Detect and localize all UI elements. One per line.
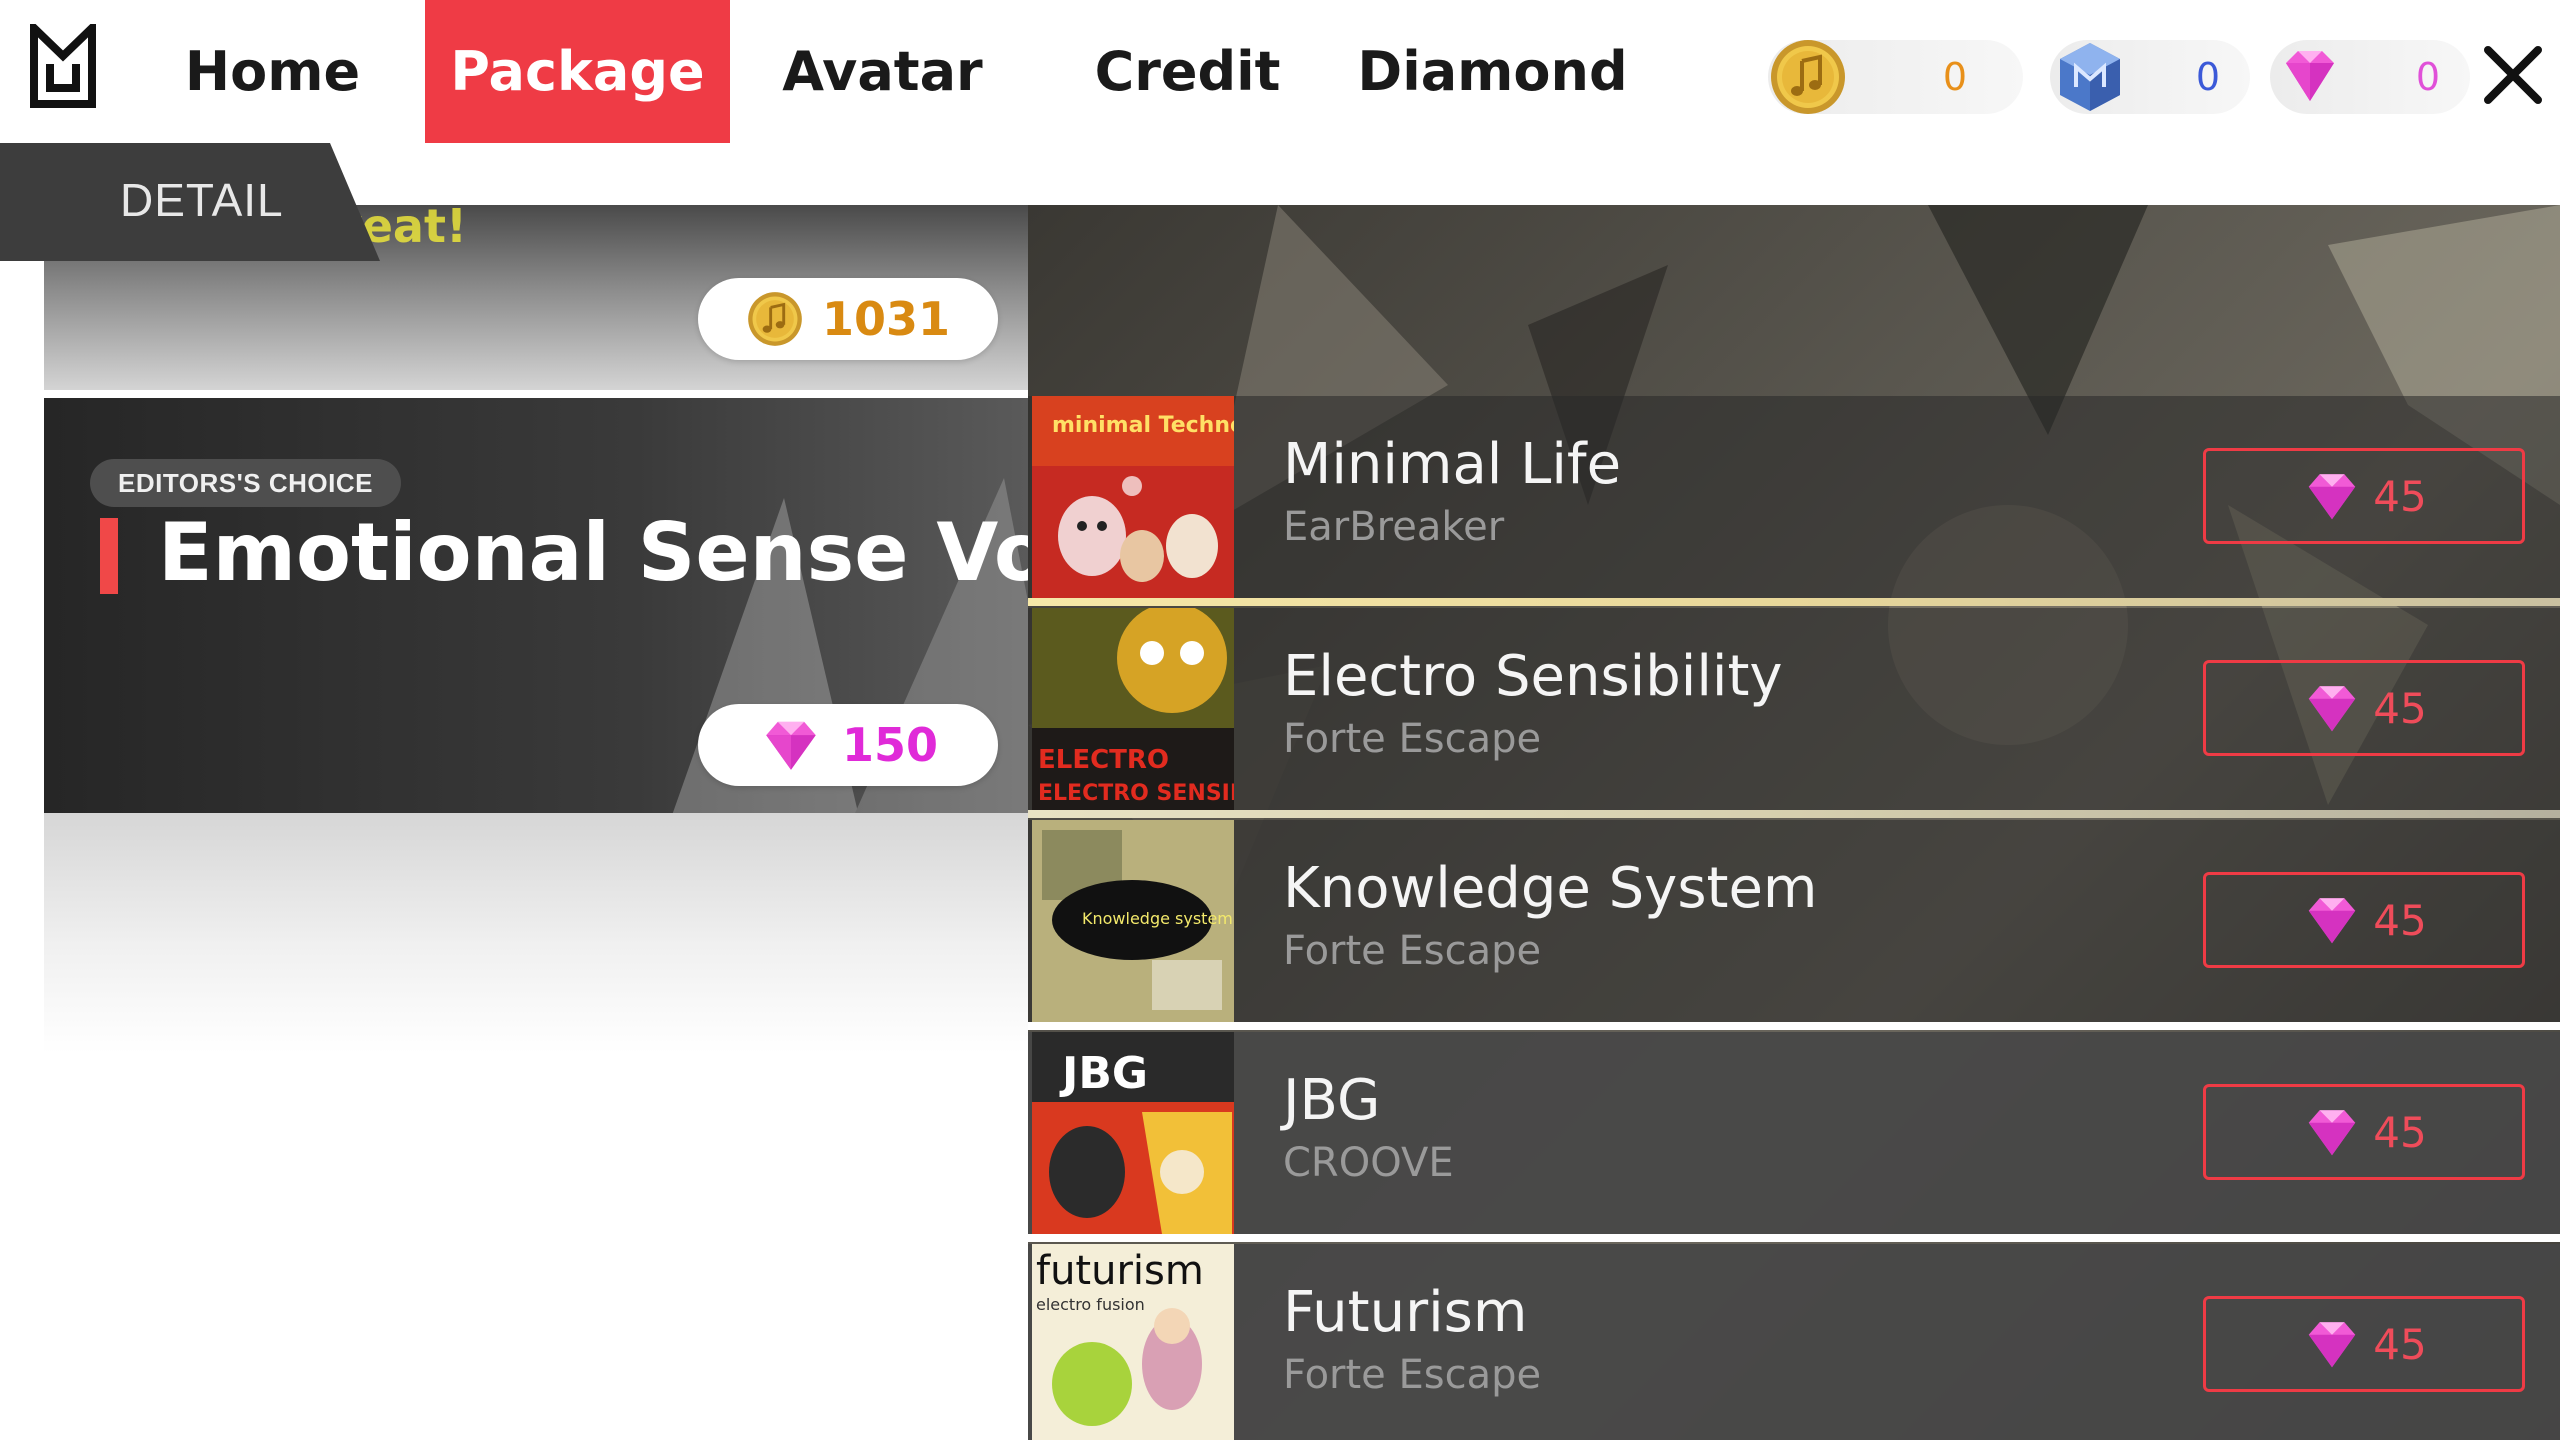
pink-diamond-icon (2309, 898, 2356, 944)
detail-tab[interactable]: DETAIL (0, 143, 380, 261)
album-cover-minimal-life: minimal Techno LIFE (1032, 396, 1234, 598)
package-card-fade (44, 813, 1029, 1053)
package-title: Emotional Sense Vol.3 (158, 506, 1029, 599)
cube-balance[interactable]: 0 (2050, 40, 2250, 114)
album-cover-electro-sensibility: ELECTRO ELECTRO SENSIBILITY (1032, 608, 1234, 810)
tab-home[interactable]: Home (160, 0, 385, 143)
song-title: JBG (1283, 1068, 1381, 1133)
song-artist: CROOVE (1283, 1140, 1454, 1186)
previous-package-price[interactable]: 1031 (698, 278, 998, 360)
cover-text: ELECTRO SENSIBILITY (1038, 781, 1234, 806)
divider (1028, 1234, 2560, 1242)
song-price: 45 (2373, 471, 2427, 521)
diamond-balance[interactable]: 0 (2270, 40, 2470, 114)
diamond-balance-value: 0 (2415, 55, 2440, 99)
coin-balance[interactable]: 0 (1768, 40, 2023, 114)
cover-subtext: electro fusion (1036, 1295, 1145, 1314)
cover-text: JBG (1059, 1048, 1148, 1099)
top-bar: Home Package Avatar Credit Diamond 0 0 0 (0, 0, 2560, 145)
pink-diamond-icon (2309, 474, 2356, 520)
buy-song-button[interactable]: 45 (2203, 1296, 2525, 1392)
song-title: Electro Sensibility (1283, 644, 1783, 709)
cube-balance-value: 0 (2195, 55, 2220, 99)
tab-package[interactable]: Package (425, 0, 730, 143)
pink-diamond-icon (766, 721, 816, 770)
song-title: Futurism (1283, 1280, 1528, 1345)
song-artist: Forte Escape (1283, 928, 1542, 974)
buy-song-button[interactable]: 45 (2203, 872, 2525, 968)
song-artist: Forte Escape (1283, 716, 1542, 762)
album-cover-knowledge-system: Knowledge system (1032, 820, 1234, 1022)
pink-diamond-icon (2309, 1322, 2356, 1368)
album-cover-jbg: JBG (1032, 1032, 1234, 1234)
song-row[interactable]: JBG JBG CROOVE 45 (1028, 1032, 2560, 1234)
previous-package-price-value: 1031 (821, 292, 951, 346)
detail-tab-label: DETAIL (120, 174, 284, 226)
song-price: 45 (2373, 1107, 2427, 1157)
song-row[interactable]: minimal Techno LIFE Minimal Life EarBrea… (1028, 396, 2560, 598)
song-row[interactable]: ELECTRO ELECTRO SENSIBILITY Electro Sens… (1028, 608, 2560, 810)
song-price: 45 (2373, 683, 2427, 733)
tab-home-label: Home (184, 40, 361, 103)
cover-text: minimal Techno LIFE (1052, 413, 1234, 438)
buy-song-button[interactable]: 45 (2203, 1084, 2525, 1180)
app-logo-icon[interactable] (30, 24, 96, 108)
tab-avatar[interactable]: Avatar (770, 0, 995, 143)
blue-cube-icon (2060, 43, 2120, 111)
pink-diamond-icon (2286, 51, 2334, 101)
cover-text: futurism (1036, 1248, 1204, 1294)
tab-avatar-label: Avatar (782, 40, 983, 103)
album-cover-futurism: futurism electro fusion (1032, 1244, 1234, 1446)
divider (1028, 1022, 2560, 1030)
title-accent-bar (100, 518, 118, 594)
tab-diamond-label: Diamond (1357, 40, 1628, 103)
song-price: 45 (2373, 1319, 2427, 1369)
gold-coin-icon (748, 292, 802, 346)
song-title: Knowledge System (1283, 856, 1818, 921)
package-price[interactable]: 150 (698, 704, 998, 786)
song-row[interactable]: futurism electro fusion Futurism Forte E… (1028, 1244, 2560, 1440)
tab-diamond[interactable]: Diamond (1357, 0, 1628, 143)
song-title: Minimal Life (1283, 432, 1622, 497)
song-artist: EarBreaker (1283, 504, 1505, 550)
coin-balance-value: 0 (1942, 55, 1967, 99)
close-icon[interactable] (2478, 40, 2548, 110)
package-price-value: 150 (841, 718, 939, 772)
song-price: 45 (2373, 895, 2427, 945)
gold-coin-icon (1771, 40, 1845, 114)
pink-diamond-icon (2309, 1110, 2356, 1156)
tab-credit-label: Credit (1094, 40, 1281, 103)
tab-credit[interactable]: Credit (1075, 0, 1300, 143)
divider (1028, 598, 2560, 606)
divider (1028, 810, 2560, 818)
svg-text:ELECTRO: ELECTRO (1038, 745, 1169, 775)
buy-song-button[interactable]: 45 (2203, 448, 2525, 544)
buy-song-button[interactable]: 45 (2203, 660, 2525, 756)
song-artist: Forte Escape (1283, 1352, 1542, 1398)
tab-package-label: Package (450, 40, 705, 103)
pink-diamond-icon (2309, 686, 2356, 732)
cover-text: Knowledge system (1082, 909, 1233, 928)
song-row[interactable]: Knowledge system Knowledge System Forte … (1028, 820, 2560, 1022)
editors-choice-badge: EDITORS'S CHOICE (90, 459, 401, 507)
